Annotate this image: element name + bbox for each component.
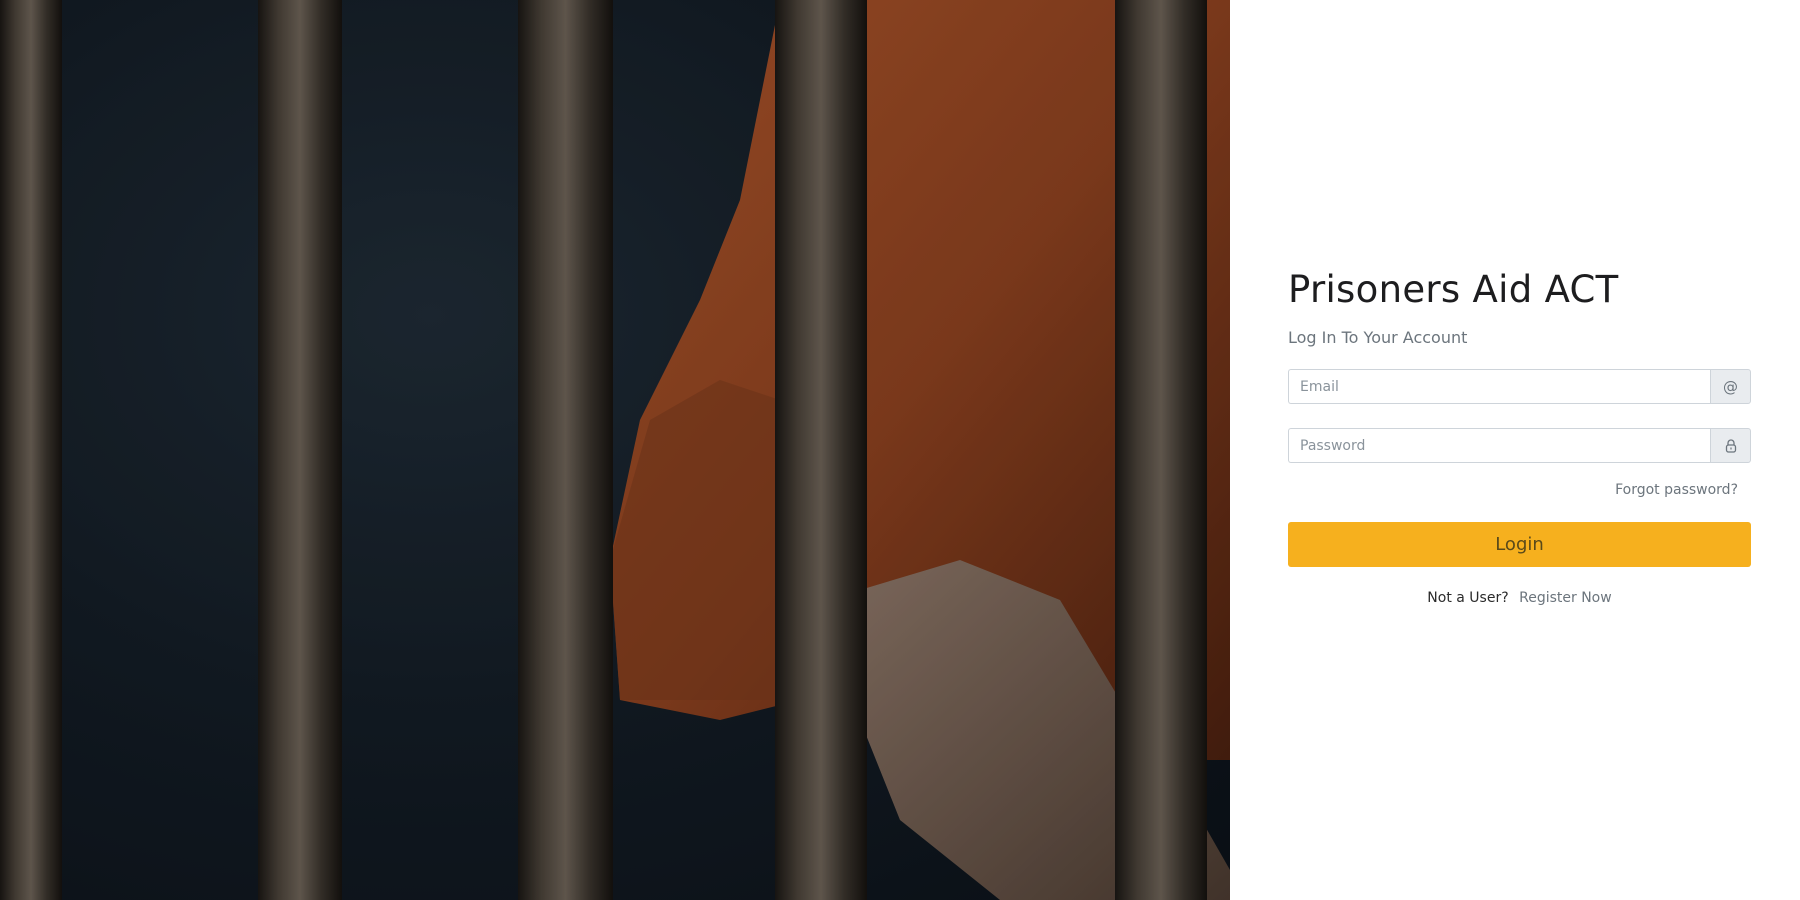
jail-bars-illustration [0, 0, 1230, 900]
login-page: Prisoners Aid ACT Log In To Your Account… [0, 0, 1800, 900]
forgot-row: Forgot password? [1288, 479, 1751, 498]
hero-image [0, 0, 1230, 900]
password-input-group [1288, 428, 1751, 463]
login-subtitle: Log In To Your Account [1288, 328, 1468, 347]
page-title: Prisoners Aid ACT [1288, 268, 1619, 311]
login-button[interactable]: Login [1288, 522, 1751, 567]
login-form: Prisoners Aid ACT Log In To Your Account… [1288, 268, 1751, 606]
login-panel: Prisoners Aid ACT Log In To Your Account… [1230, 0, 1800, 900]
not-user-label: Not a User? [1427, 590, 1509, 606]
email-input[interactable] [1288, 369, 1710, 404]
lock-icon-glyph [1725, 438, 1736, 453]
lock-icon [1710, 428, 1751, 463]
register-link[interactable]: Register Now [1519, 590, 1612, 606]
password-input[interactable] [1288, 428, 1710, 463]
at-icon: @ [1710, 369, 1751, 404]
email-input-group: @ [1288, 369, 1751, 404]
register-row: Not a User? Register Now [1288, 590, 1751, 606]
forgot-password-link[interactable]: Forgot password? [1615, 482, 1738, 498]
